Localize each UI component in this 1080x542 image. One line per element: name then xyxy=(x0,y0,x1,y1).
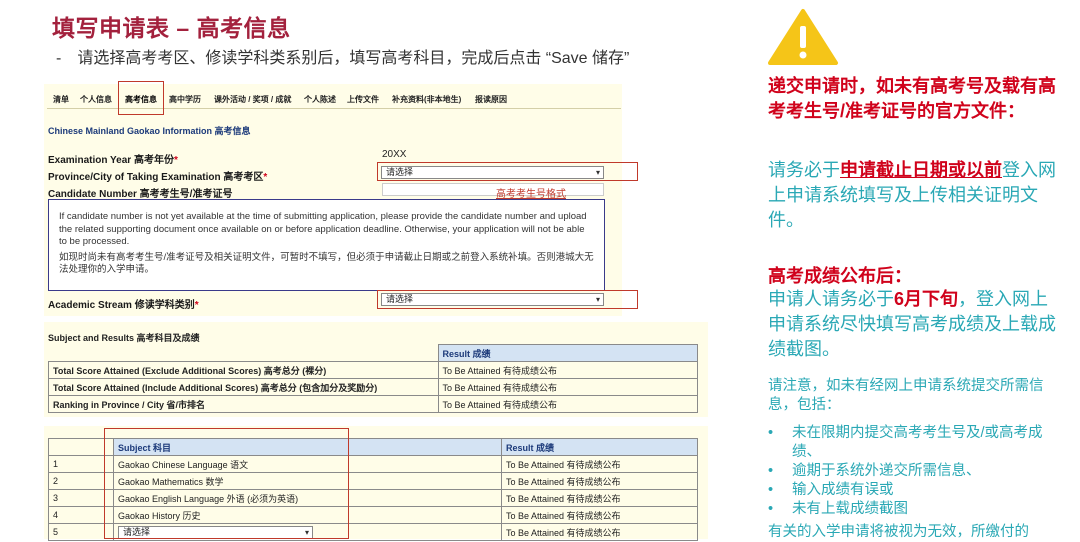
note-chinese: 如现时尚未有高考考生号/准考证号及相关证明文件，可暂时不填写，但必须于申请截止日… xyxy=(59,251,594,276)
results-release-instruction: 申请人请务必于6月下旬，登入网上申请系统尽快填写高考成绩及上载成绩截图。 xyxy=(768,287,1058,362)
footer-note: 有关的入学申请将被视为无效，所缴付的 xyxy=(768,524,1029,540)
tab-personal-statement[interactable]: 个人陈述 xyxy=(304,94,336,105)
chevron-down-icon: ▾ xyxy=(595,295,600,304)
exam-year-label: Examination Year 高考年份* xyxy=(48,151,178,166)
instruction-body: 请选择高考考区、修读学科类系别后，填写高考科目，完成后点击 “Save 储存” xyxy=(77,50,630,67)
table-row: Ranking in Province / City 省/市排名 To Be A… xyxy=(48,395,698,413)
page-title: 填写申请表 – 高考信息 xyxy=(52,15,291,41)
deadline-instruction: 请务必于申请截止日期或以前登入网上申请系统填写及上传相关证明文件。 xyxy=(768,158,1058,233)
table-row: Total Score Attained (Include Additional… xyxy=(48,378,698,396)
active-tab-highlight xyxy=(118,81,164,115)
note-intro: 请注意，如未有经网上申请系统提交所需信息，包括： xyxy=(768,378,1044,413)
table-row: Total Score Attained (Exclude Additional… xyxy=(48,361,698,379)
result-row-value: To Be Attained 有待成绩公布 xyxy=(437,395,698,413)
result-row-value: To Be Attained 有待成绩公布 xyxy=(437,378,698,396)
province-select[interactable]: 请选择 ▾ xyxy=(381,166,604,179)
deadline-emphasis: 申请截止日期或以前 xyxy=(840,160,1002,180)
tab-activities[interactable]: 课外活动 / 奖项 / 成就 xyxy=(214,94,291,105)
note-english: If candidate number is not yet available… xyxy=(59,211,587,247)
instruction-text: - 请选择高考考区、修读学科类系别后，填写高考科目，完成后点击 “Save 储存” xyxy=(56,44,629,68)
province-select-value: 请选择 xyxy=(386,167,414,177)
province-label-text: Province/City of Taking Examination 高考考区 xyxy=(48,172,264,183)
required-mark: * xyxy=(173,155,178,166)
warning-title: 递交申请时，如未有高考号及载有高考考生号/准考证号的官方文件： xyxy=(768,76,1056,121)
result-column-header: Result 成绩 xyxy=(437,344,698,362)
candidate-label: Candidate Number 高考考生号/准考证号 xyxy=(48,189,233,200)
deadline-pre: 请务必于 xyxy=(768,160,840,180)
tab-supplementary[interactable]: 补充资料(非本地生) xyxy=(392,94,461,105)
stream-select-value: 请选择 xyxy=(386,294,414,304)
list-item: 逾期于系统外递交所需信息、 xyxy=(766,462,1066,481)
subjects-highlight-box xyxy=(104,428,349,539)
tab-reasons[interactable]: 报读原因 xyxy=(475,94,507,105)
results-section-title: Subject and Results 高考科目及成绩 xyxy=(48,333,200,343)
chevron-down-icon: ▾ xyxy=(595,168,600,177)
subject-result-header: Result 成绩 xyxy=(501,438,698,456)
tab-personal-info[interactable]: 个人信息 xyxy=(80,94,112,105)
list-item: 输入成绩有误或 xyxy=(766,481,1066,500)
candidate-format-link[interactable]: 高考考生号格式 xyxy=(496,185,566,200)
result-row-label: Total Score Attained (Include Additional… xyxy=(48,378,439,396)
subject-result: To Be Attained 有待成绩公布 xyxy=(501,523,698,541)
exam-year-label-text: Examination Year 高考年份 xyxy=(48,155,174,166)
result-row-label: Total Score Attained (Exclude Additional… xyxy=(48,361,439,379)
gaokao-section-title: Chinese Mainland Gaokao Information 高考信息 xyxy=(48,126,251,136)
stream-label-text: Academic Stream 修读学科类别 xyxy=(48,300,195,311)
tab-high-school[interactable]: 高中学历 xyxy=(169,94,201,105)
result-row-label: Ranking in Province / City 省/市排名 xyxy=(48,395,439,413)
stream-select[interactable]: 请选择 ▾ xyxy=(381,293,604,306)
results-table: Result 成绩 Total Score Attained (Exclude … xyxy=(48,344,698,413)
release-pre: 申请人请务必于 xyxy=(768,289,894,309)
tab-checklist[interactable]: 清单 xyxy=(53,94,69,105)
candidate-number-input[interactable] xyxy=(382,183,604,196)
subject-result: To Be Attained 有待成绩公布 xyxy=(501,489,698,507)
list-item: 未有上载成绩截图 xyxy=(766,500,1066,519)
warning-icon xyxy=(768,9,838,65)
results-header-spacer xyxy=(49,345,439,362)
conditions-list: 未在限期内提交高考考生号及/或高考成绩、 逾期于系统外递交所需信息、 输入成绩有… xyxy=(766,424,1066,519)
results-release-title: 高考成绩公布后： xyxy=(768,266,912,286)
subject-result: To Be Attained 有待成绩公布 xyxy=(501,506,698,524)
subject-result: To Be Attained 有待成绩公布 xyxy=(501,472,698,490)
candidate-note-box: If candidate number is not yet available… xyxy=(48,199,605,291)
province-label: Province/City of Taking Examination 高考考区… xyxy=(48,168,267,183)
list-item: 未在限期内提交高考考生号及/或高考成绩、 xyxy=(766,424,1066,462)
stream-label: Academic Stream 修读学科类别* xyxy=(48,296,199,311)
instruction-dash: - xyxy=(56,50,62,67)
release-emphasis: 6月下旬 xyxy=(894,289,959,309)
result-row-value: To Be Attained 有待成绩公布 xyxy=(437,361,698,379)
required-mark: * xyxy=(194,300,199,311)
subject-result: To Be Attained 有待成绩公布 xyxy=(501,455,698,473)
tab-upload[interactable]: 上传文件 xyxy=(347,94,379,105)
exam-year-value: 20XX xyxy=(382,149,407,160)
required-mark: * xyxy=(263,172,268,183)
